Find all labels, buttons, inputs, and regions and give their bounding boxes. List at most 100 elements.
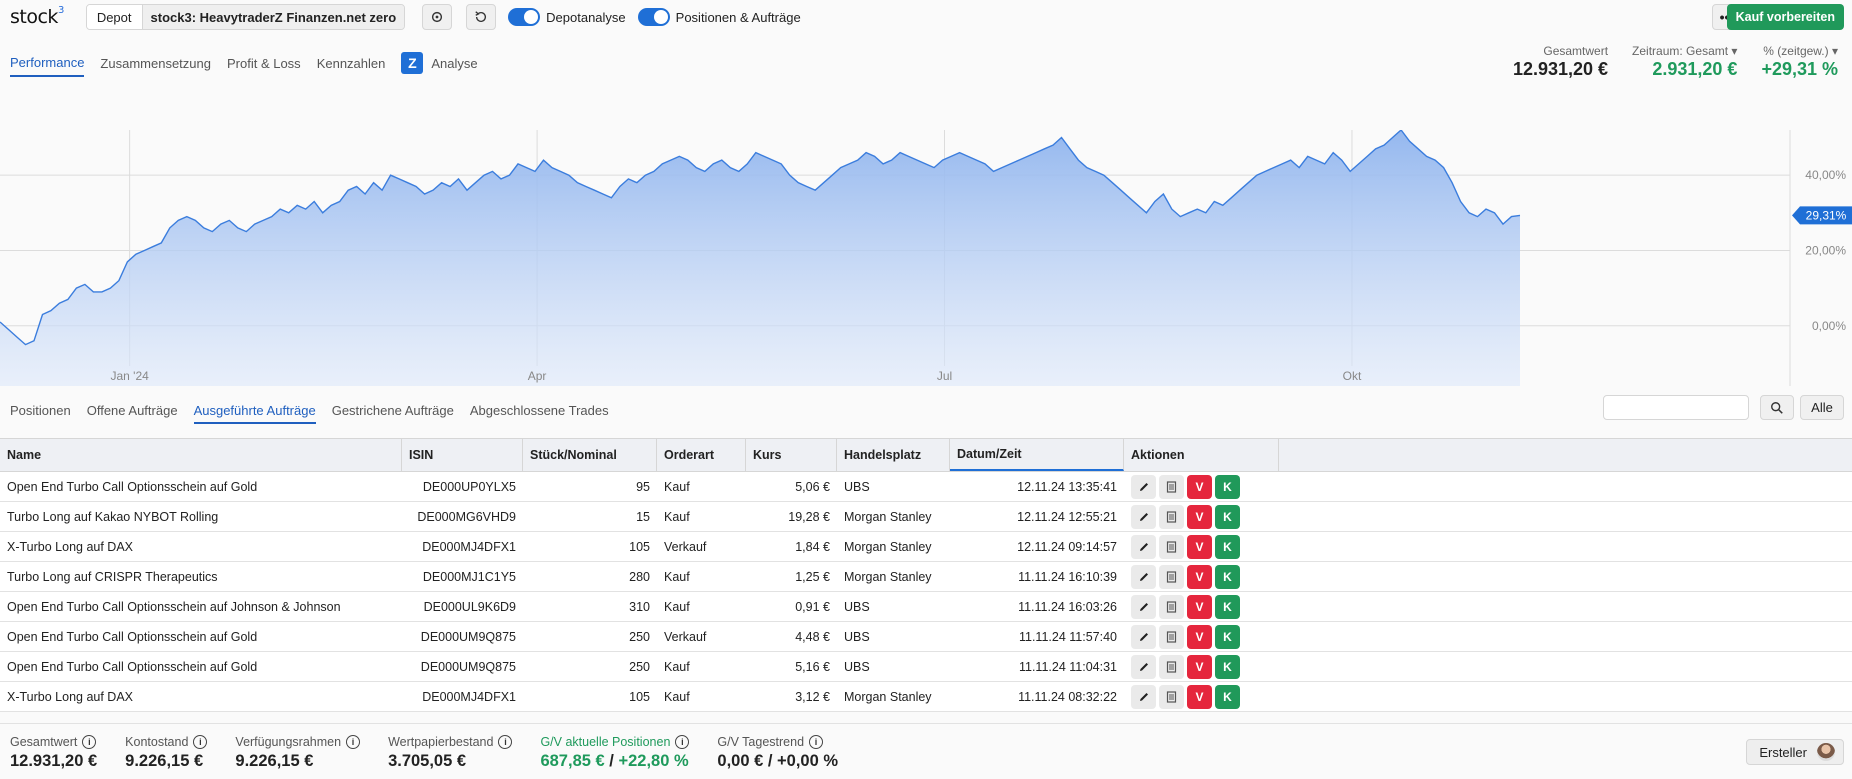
tab-gestrichene-auftraege[interactable]: Gestrichene Aufträge	[332, 403, 454, 424]
sell-button[interactable]: V	[1187, 504, 1212, 529]
x-tick-label: Jan '24	[110, 369, 149, 383]
toggle-depotanalyse[interactable]: Depotanalyse	[508, 8, 626, 26]
buy-button[interactable]: K	[1215, 624, 1240, 649]
undo-button[interactable]	[466, 4, 497, 30]
buy-button[interactable]: K	[1215, 474, 1240, 499]
col-kurs[interactable]: Kurs	[746, 439, 837, 471]
performance-chart[interactable]: 40,00% 20,00% 0,00% Jan '24 Apr Jul Okt 29,31…	[0, 130, 1852, 386]
tab-abgeschlossene-trades[interactable]: Abgeschlossene Trades	[470, 403, 609, 424]
kauf-vorbereiten-button[interactable]: Kauf vorbereiten	[1726, 4, 1844, 30]
sell-button[interactable]: V	[1187, 534, 1212, 559]
footer-wertpapier-value: 3.705,05 €	[388, 752, 467, 770]
edit-button[interactable]	[1131, 504, 1156, 529]
document-button[interactable]	[1159, 474, 1184, 499]
stat-zeitraum[interactable]: Zeitraum: Gesamt ▾ 2.931,20 €	[1632, 44, 1737, 80]
table-row[interactable]: Turbo Long auf Kakao NYBOT Rolling DE000M…	[0, 502, 1852, 532]
positionen-switch[interactable]	[637, 8, 670, 26]
cell-stueck: 105	[629, 689, 650, 704]
col-stueck[interactable]: Stück/Nominal	[523, 439, 657, 471]
y-tick-label: 20,00%	[1805, 243, 1846, 257]
table-row[interactable]: Open End Turbo Call Optionsschein auf Go…	[0, 622, 1852, 652]
percent-dropdown[interactable]: % (zeitgew.) ▾	[1761, 44, 1838, 58]
edit-button[interactable]	[1131, 654, 1156, 679]
document-button[interactable]	[1159, 624, 1184, 649]
document-icon	[1166, 570, 1177, 583]
table-row[interactable]: Turbo Long auf CRISPR Therapeutics DE000M…	[0, 562, 1852, 592]
analysis-tabs: Performance Zusammensetzung Profit & Los…	[10, 52, 494, 79]
cell-orderart: Kauf	[664, 659, 690, 674]
stat-percent[interactable]: % (zeitgew.) ▾ +29,31 %	[1761, 44, 1838, 80]
refresh-button[interactable]	[422, 4, 453, 30]
stock3-logo[interactable]: stock3	[10, 5, 64, 28]
document-button[interactable]	[1159, 684, 1184, 709]
document-button[interactable]	[1159, 504, 1184, 529]
edit-button[interactable]	[1131, 594, 1156, 619]
search-button[interactable]	[1760, 395, 1794, 420]
ersteller-button[interactable]: Ersteller	[1746, 739, 1844, 765]
table-row[interactable]: Open End Turbo Call Optionsschein auf Go…	[0, 652, 1852, 682]
edit-button[interactable]	[1131, 624, 1156, 649]
sell-button[interactable]: V	[1187, 594, 1212, 619]
document-icon	[1166, 540, 1177, 553]
info-icon[interactable]: i	[193, 735, 208, 749]
footer-kontostand-value: 9.226,15 €	[125, 752, 204, 770]
sell-button[interactable]: V	[1187, 624, 1212, 649]
buy-button[interactable]: K	[1215, 654, 1240, 679]
document-button[interactable]	[1159, 654, 1184, 679]
col-isin[interactable]: ISIN	[402, 439, 523, 471]
row-actions: VK	[1124, 532, 1279, 561]
alle-button[interactable]: Alle	[1800, 395, 1844, 420]
sell-button[interactable]: V	[1187, 654, 1212, 679]
info-icon[interactable]: i	[675, 735, 690, 749]
sell-button[interactable]: V	[1187, 564, 1212, 589]
top-bar: stock3 Depot stock3: HeavytraderZ Finanz…	[0, 0, 1852, 34]
tab-positionen[interactable]: Positionen	[10, 403, 71, 424]
col-handelsplatz[interactable]: Handelsplatz	[837, 439, 950, 471]
tab-performance[interactable]: Performance	[10, 55, 85, 77]
col-datum-zeit[interactable]: Datum/Zeit	[950, 439, 1124, 471]
edit-button[interactable]	[1131, 684, 1156, 709]
depot-value[interactable]: stock3: HeavytraderZ Finanzen.net zero	[142, 5, 405, 29]
info-icon[interactable]: i	[346, 735, 361, 749]
info-icon[interactable]: i	[82, 735, 97, 749]
tab-analyse[interactable]: Z Analyse	[401, 52, 478, 79]
buy-button[interactable]: K	[1215, 594, 1240, 619]
table-row[interactable]: X-Turbo Long auf DAX DE000MJ4DFX1 105 Verka…	[0, 532, 1852, 562]
sell-button[interactable]: V	[1187, 474, 1212, 499]
tab-profit-loss[interactable]: Profit & Loss	[227, 56, 301, 76]
table-row[interactable]: Open End Turbo Call Optionsschein auf Go…	[0, 472, 1852, 502]
table-row[interactable]: Open End Turbo Call Optionsschein auf Jo…	[0, 592, 1852, 622]
tab-ausgefuehrte-auftraege[interactable]: Ausgeführte Aufträge	[193, 403, 316, 424]
depot-selector[interactable]: Depot stock3: HeavytraderZ Finanzen.net …	[85, 4, 406, 30]
document-button[interactable]	[1159, 564, 1184, 589]
document-icon	[1166, 510, 1177, 523]
tab-offene-auftraege[interactable]: Offene Aufträge	[87, 403, 178, 424]
table-row[interactable]: X-Turbo Long auf DAX DE000MJ4DFX1 105 Kauf 3…	[0, 682, 1852, 712]
footer-gv-tagestrend: G/V Tagestrend i 0,00 € / +0,00 %	[717, 735, 838, 779]
col-name[interactable]: Name	[0, 439, 402, 471]
buy-button[interactable]: K	[1215, 564, 1240, 589]
cell-kurs: 3,12 €	[795, 689, 830, 704]
sell-button[interactable]: V	[1187, 684, 1212, 709]
buy-button[interactable]: K	[1215, 534, 1240, 559]
info-icon[interactable]: i	[809, 735, 824, 749]
search-input[interactable]	[1603, 395, 1749, 420]
buy-button[interactable]: K	[1215, 504, 1240, 529]
toggle-positionen[interactable]: Positionen & Aufträge	[637, 8, 801, 26]
buy-button[interactable]: K	[1215, 684, 1240, 709]
depotanalyse-switch[interactable]	[508, 8, 541, 26]
info-icon[interactable]: i	[498, 735, 513, 749]
tab-kennzahlen[interactable]: Kennzahlen	[317, 56, 386, 76]
depotanalyse-label: Depotanalyse	[546, 9, 626, 25]
col-orderart[interactable]: Orderart	[657, 439, 746, 471]
edit-button[interactable]	[1131, 474, 1156, 499]
tab-zusammensetzung[interactable]: Zusammensetzung	[100, 56, 211, 76]
edit-button[interactable]	[1131, 534, 1156, 559]
cell-stueck: 105	[629, 539, 650, 554]
zeitraum-dropdown[interactable]: Zeitraum: Gesamt ▾	[1632, 44, 1737, 58]
document-button[interactable]	[1159, 534, 1184, 559]
footer-summary: Gesamtwert i 12.931,20 € Kontostand i 9.22…	[0, 723, 1852, 779]
stat-gesamtwert-label: Gesamtwert	[1543, 44, 1609, 58]
edit-button[interactable]	[1131, 564, 1156, 589]
document-button[interactable]	[1159, 594, 1184, 619]
